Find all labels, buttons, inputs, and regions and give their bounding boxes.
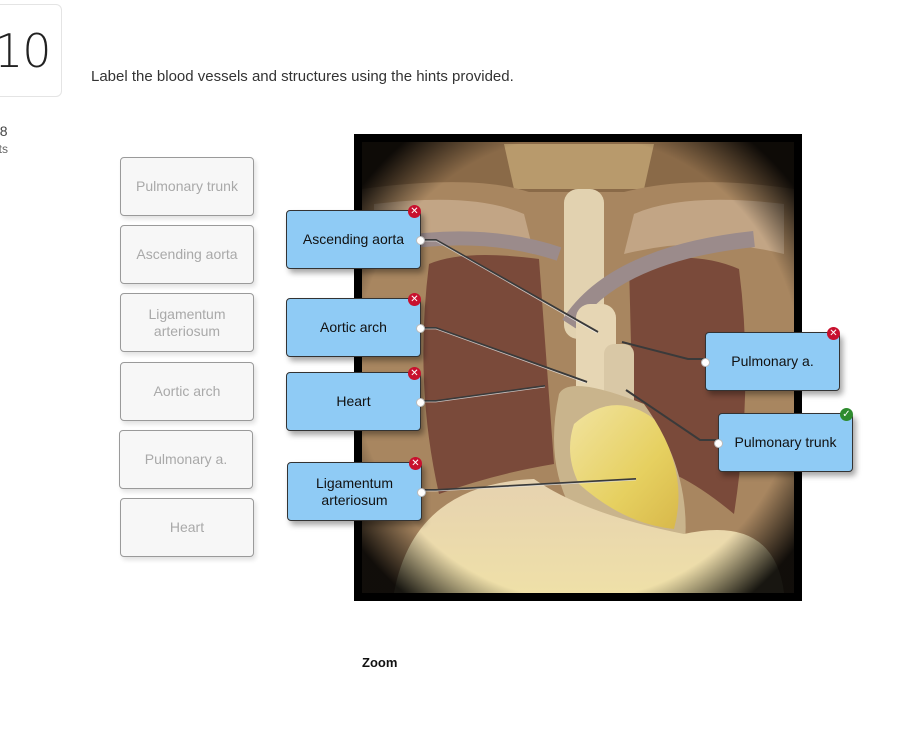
word-bank-item[interactable]: Pulmonary trunk [120,157,254,216]
question-number: 10 [0,24,52,78]
anchor-dot[interactable] [714,438,723,448]
placed-label-ascending-aorta[interactable]: Ascending aorta ✕ [286,205,425,269]
placed-label-pulmonary-trunk[interactable]: Pulmonary trunk ✓ [714,408,853,472]
anchor-dot[interactable] [416,323,425,333]
x-circle-icon: ✕ [409,457,422,470]
placed-label-text: Ligamentum arteriosum [315,474,394,508]
x-circle-icon: ✕ [408,293,421,306]
word-bank-item[interactable]: Pulmonary a. [119,430,253,489]
zoom-button[interactable]: Zoom [362,655,397,670]
placed-label-aortic-arch[interactable]: Aortic arch ✕ [286,293,425,357]
points-label: nts [0,142,9,156]
anchor-dot[interactable] [416,235,425,245]
placed-label-text: Heart [336,393,371,409]
anchor-dot[interactable] [417,487,426,497]
placed-label-text: Pulmonary a. [731,353,814,369]
placed-label-text: Ascending aorta [302,231,405,247]
word-bank-item[interactable]: Heart [120,498,254,557]
x-circle-icon: ✕ [408,205,421,218]
placed-label-pulmonary-a[interactable]: Pulmonary a. ✕ [701,327,840,391]
check-circle-icon: ✓ [840,408,853,421]
word-bank-item[interactable]: Ascending aorta [120,225,254,284]
word-bank-item[interactable]: Ligamentum arteriosum [120,293,254,352]
question-instructions: Label the blood vessels and structures u… [91,68,514,85]
placed-label-heart[interactable]: Heart ✕ [286,367,425,431]
placed-label-ligamentum-arteriosum[interactable]: Ligamentum arteriosum ✕ [287,457,426,521]
anchor-dot[interactable] [701,357,710,367]
word-bank-item[interactable]: Aortic arch [120,362,254,421]
placed-label-text: Pulmonary trunk [734,434,837,450]
anchor-dot[interactable] [416,397,425,407]
x-circle-icon: ✕ [408,367,421,380]
placed-label-text: Aortic arch [320,319,387,335]
x-circle-icon: ✕ [827,327,840,340]
points-value: 08 [0,123,8,139]
